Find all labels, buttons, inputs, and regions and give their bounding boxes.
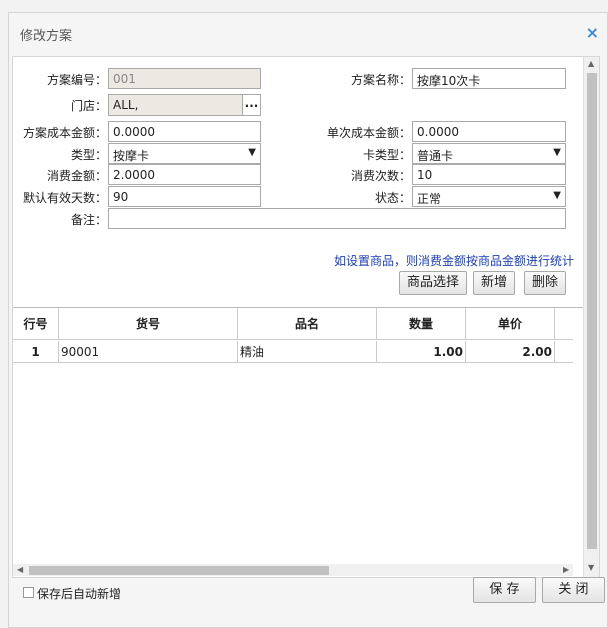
chevron-down-icon: ▼ [553, 190, 561, 201]
consume-amount-label: 消费金额： [46, 169, 107, 183]
store-label: 门店： [70, 99, 107, 113]
plan-name-label: 方案名称： [350, 73, 411, 87]
store-picker-button[interactable]: ... [242, 94, 261, 116]
chevron-down-icon: ▼ [553, 147, 561, 158]
consume-times-field[interactable]: 10 [412, 164, 566, 185]
remark-label: 备注： [70, 213, 107, 227]
col-qty[interactable]: 数量 [377, 308, 466, 340]
dialog-title: 修改方案 [20, 29, 73, 44]
card-type-select[interactable]: 普通卡 ▼ [412, 143, 566, 164]
table-header: 行号 货号 品名 数量 单价 [13, 308, 573, 340]
dialog-content: 方案编号： 001 方案名称： 按摩10次卡 门店： ALL, ... 方案成本… [12, 56, 600, 578]
plan-no-field: 001 [108, 68, 261, 89]
remark-field[interactable] [108, 208, 566, 229]
status-select[interactable]: 正常 ▼ [412, 186, 566, 207]
goods-table: 行号 货号 品名 数量 单价 1 90001 精油 1.00 2.00 ◀ ▶ [13, 307, 583, 576]
goods-note: 如设置商品，则消费金额按商品金额进行统计 [334, 254, 575, 268]
cost-label: 方案成本金额： [22, 126, 107, 140]
horizontal-scrollbar[interactable]: ◀ ▶ [13, 564, 573, 576]
triangle-up-icon[interactable]: ▲ [588, 59, 594, 68]
horizontal-scroll-thumb[interactable] [29, 566, 329, 575]
add-button[interactable]: 新增 [473, 271, 515, 295]
consume-times-label: 消费次数： [350, 169, 411, 183]
col-name[interactable]: 品名 [238, 308, 377, 340]
edit-plan-dialog: 修改方案 × 方案编号： 001 方案名称： 按摩10次卡 门店： ALL, .… [8, 12, 608, 628]
vertical-scrollbar[interactable]: ▲ ▼ [583, 57, 599, 577]
type-label: 类型： [70, 148, 107, 162]
unit-cost-field[interactable]: 0.0000 [412, 121, 566, 142]
triangle-down-icon[interactable]: ▼ [588, 563, 594, 572]
cell-name: 精油 [238, 341, 377, 363]
col-price[interactable]: 单价 [466, 308, 555, 340]
store-field[interactable]: ALL, [108, 94, 244, 116]
consume-amount-field[interactable]: 2.0000 [108, 164, 261, 185]
card-type-select-value: 普通卡 [417, 149, 454, 163]
delete-button[interactable]: 删除 [524, 271, 566, 295]
cell-line: 1 [13, 341, 59, 363]
status-label: 状态： [374, 191, 411, 205]
plan-name-field[interactable]: 按摩10次卡 [412, 68, 566, 89]
cell-code: 90001 [59, 341, 238, 363]
auto-add-checkbox[interactable] [23, 587, 34, 598]
valid-days-field[interactable]: 90 [108, 186, 261, 207]
cell-price: 2.00 [466, 341, 555, 363]
col-code[interactable]: 货号 [59, 308, 238, 340]
close-button[interactable]: 关 闭 [542, 577, 605, 603]
col-line[interactable]: 行号 [13, 308, 59, 340]
table-row[interactable]: 1 90001 精油 1.00 2.00 [13, 341, 573, 363]
unit-cost-label: 单次成本金额： [326, 126, 411, 140]
cost-field[interactable]: 0.0000 [108, 121, 261, 142]
save-button[interactable]: 保 存 [473, 577, 536, 603]
cell-qty: 1.00 [377, 341, 466, 363]
vertical-scroll-thumb[interactable] [587, 73, 597, 549]
status-select-value: 正常 [417, 192, 442, 206]
card-type-label: 卡类型： [362, 148, 411, 162]
auto-add-label: 保存后自动新增 [37, 587, 122, 601]
triangle-right-icon[interactable]: ▶ [563, 565, 569, 574]
close-icon[interactable]: × [586, 23, 599, 42]
dialog-titlebar: 修改方案 × [9, 13, 607, 53]
valid-days-label: 默认有效天数： [22, 191, 107, 205]
type-select[interactable]: 按摩卡 ▼ [108, 143, 261, 164]
triangle-left-icon[interactable]: ◀ [17, 565, 23, 574]
type-select-value: 按摩卡 [113, 149, 150, 163]
select-goods-button[interactable]: 商品选择 [399, 271, 467, 295]
plan-no-label: 方案编号： [46, 73, 107, 87]
chevron-down-icon: ▼ [248, 147, 256, 158]
